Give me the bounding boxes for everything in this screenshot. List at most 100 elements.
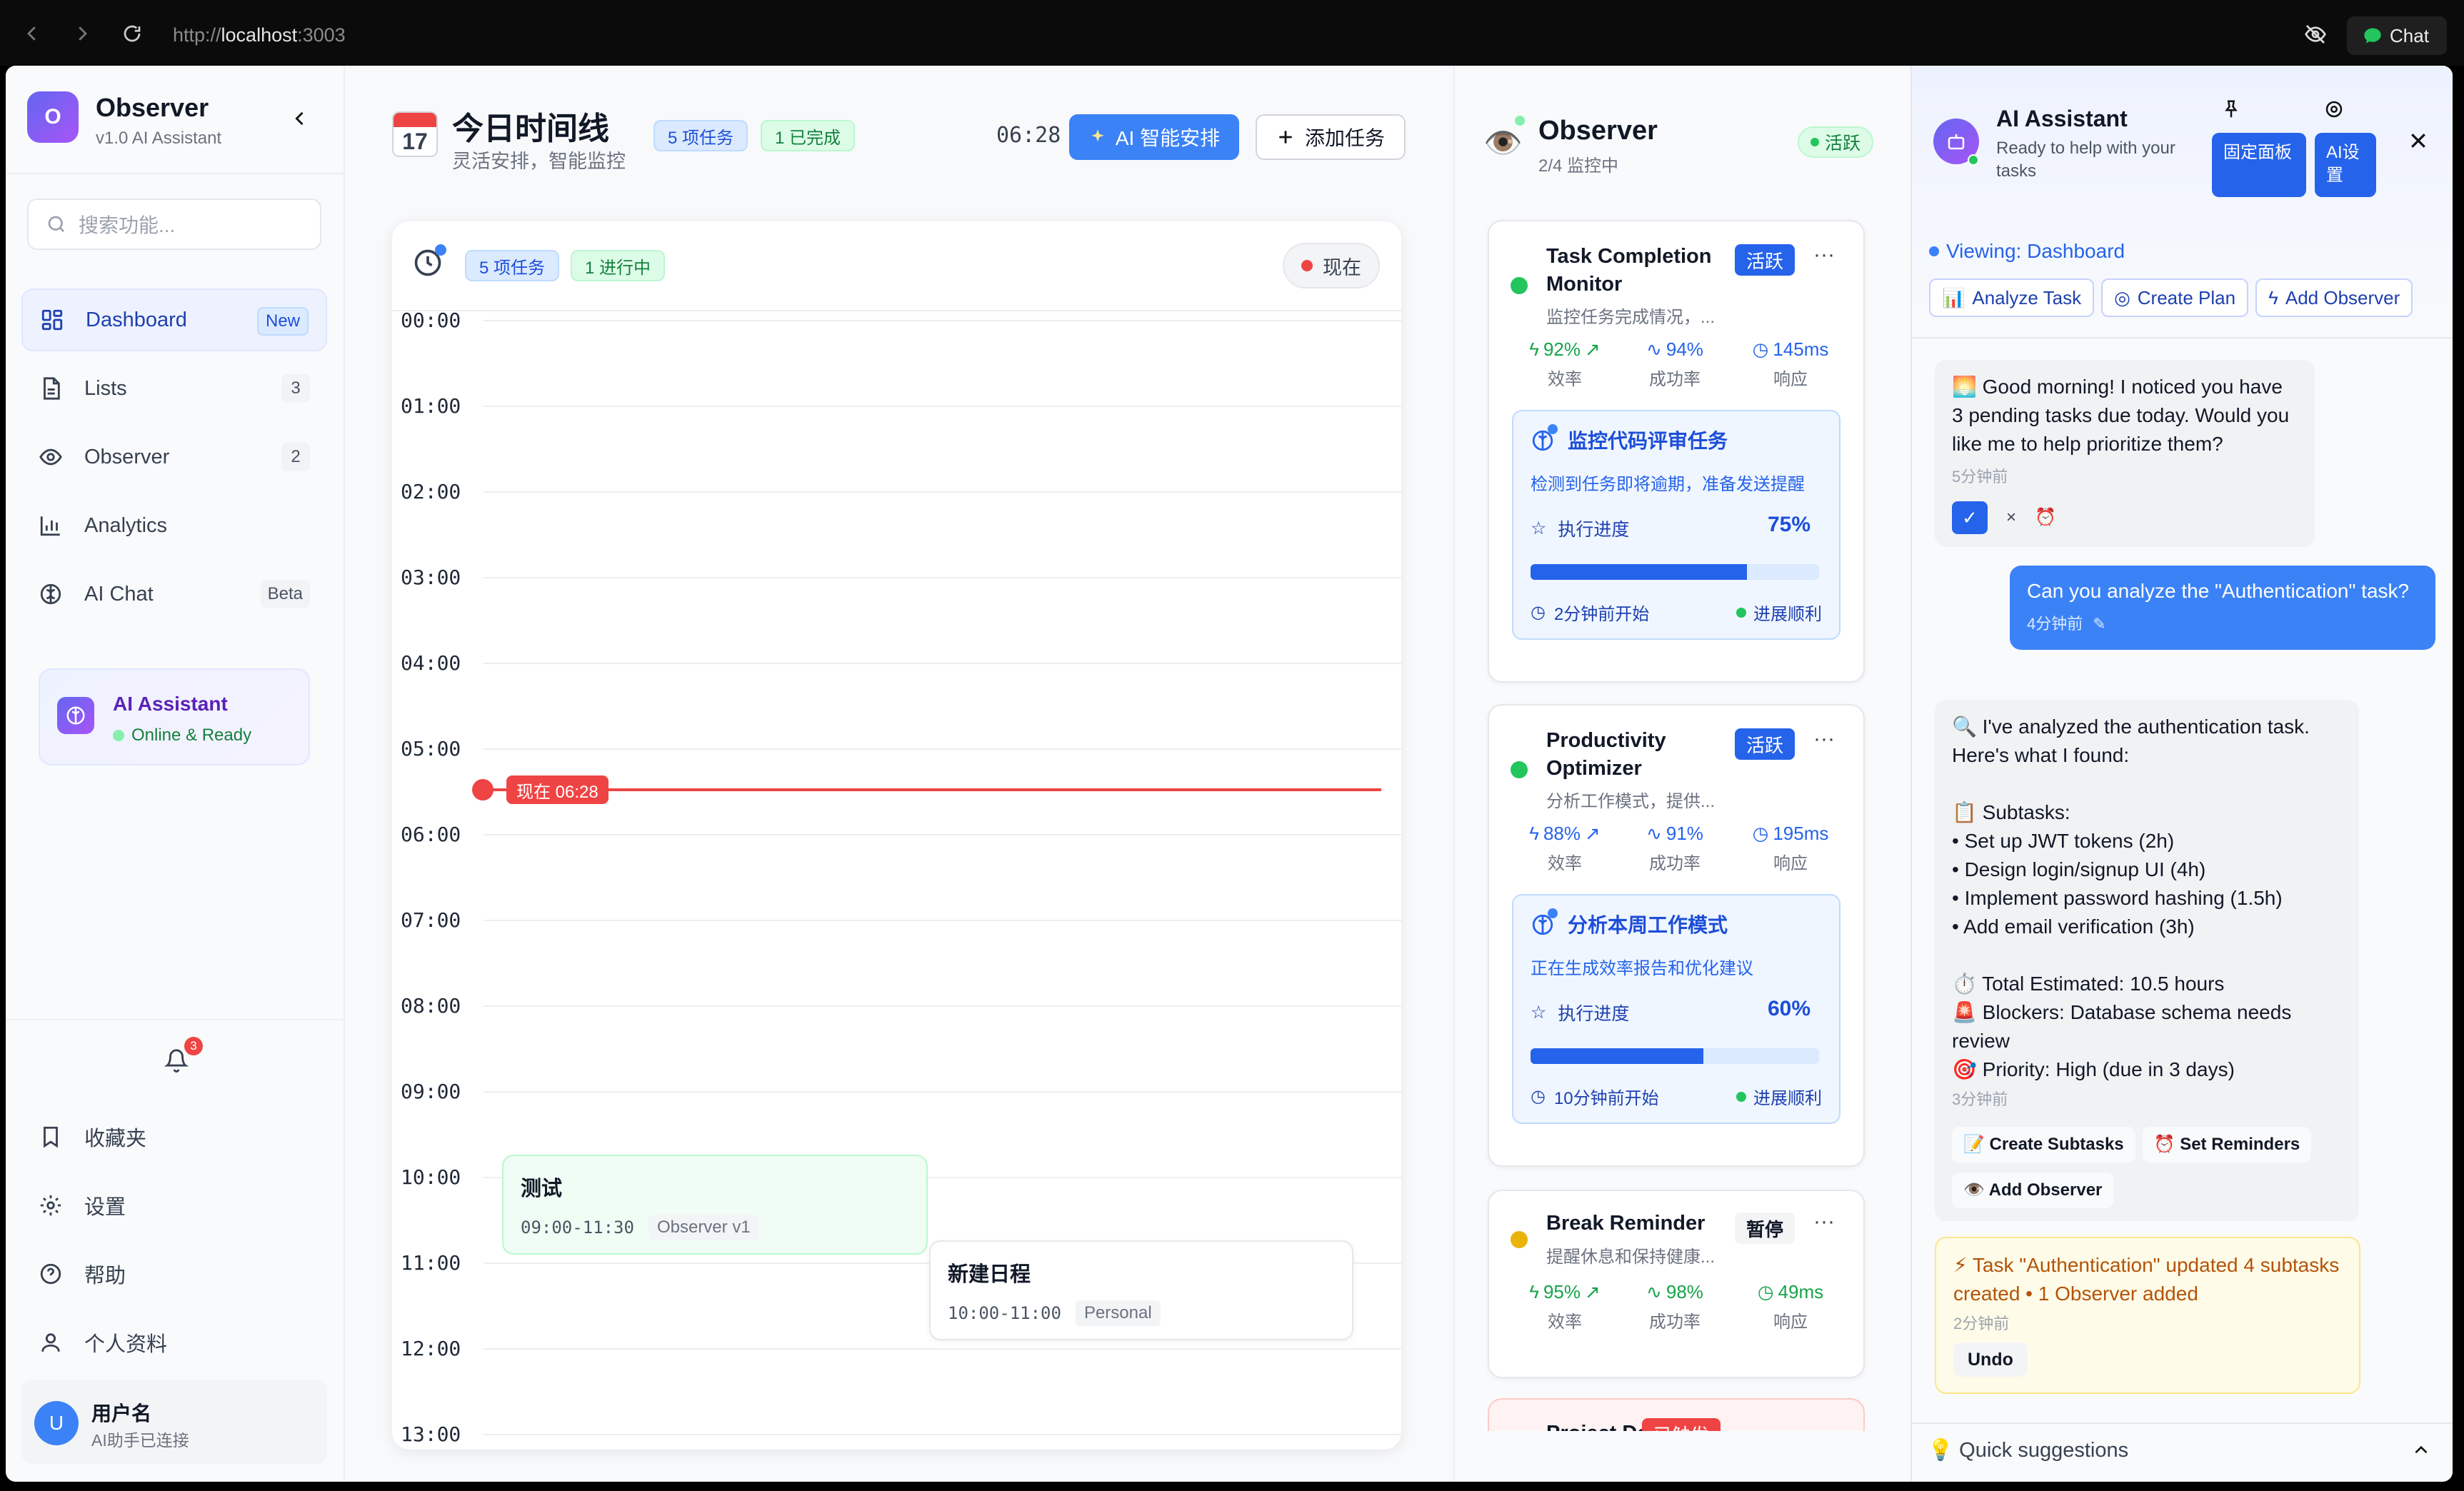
in-progress-chip: 1 进行中	[571, 250, 666, 281]
pin-icon[interactable]	[2220, 99, 2242, 120]
address-bar[interactable]: http://localhost:3003	[173, 24, 346, 46]
observer-card[interactable]: Task Completion Monitor 监控任务完成情况，... 活跃 …	[1488, 220, 1865, 683]
progress-label: 执行进度	[1558, 520, 1630, 540]
message-text: 🌅 Good morning! I noticed you have 3 pen…	[1952, 376, 2290, 455]
search-placeholder: 搜索功能...	[79, 214, 176, 236]
timeline-chips: 5 项任务 1 进行中	[465, 250, 666, 281]
list-document-icon	[39, 376, 63, 401]
completed-chip: 1 已完成	[761, 120, 856, 151]
hour-gridline	[484, 491, 1401, 493]
add-observer-button[interactable]: 👁️ Add Observer	[1952, 1173, 2114, 1208]
set-reminders-button[interactable]: ⏰ Set Reminders	[2142, 1127, 2312, 1163]
progress-value: 75%	[1767, 513, 1811, 536]
sidebar-item-observer[interactable]: Observer 2	[21, 426, 327, 488]
observer-card[interactable]: Break Reminder 提醒休息和保持健康... 暂停 ··· ϟ 95% ↗…	[1488, 1190, 1865, 1378]
undo-button[interactable]: Undo	[1953, 1342, 2028, 1377]
search-input[interactable]: 搜索功能...	[27, 199, 321, 250]
sidebar-item-settings[interactable]: 设置	[21, 1174, 327, 1237]
observer-panel: 👁️ Observer 2/4 监控中 活跃 Task Completion M…	[1453, 66, 1910, 1482]
analyze-task-button[interactable]: 📊 Analyze Task	[1929, 278, 2095, 317]
sparkles-icon	[1088, 128, 1107, 146]
hour-label: 02:00	[401, 480, 461, 503]
viewing-context: Viewing: Dashboard	[1929, 240, 2125, 263]
bar-chart-icon	[39, 513, 63, 538]
sidebar-item-analytics[interactable]: Analytics	[21, 494, 327, 557]
now-time-label: 现在 06:28	[506, 775, 609, 804]
dashboard-icon	[40, 308, 64, 332]
efficiency-label: 效率	[1548, 370, 1582, 389]
hour-label: 01:00	[401, 394, 461, 418]
close-icon[interactable]	[2408, 130, 2429, 151]
hour-gridline	[484, 1005, 1401, 1007]
ai-schedule-button[interactable]: AI 智能安排	[1069, 114, 1239, 160]
sidebar-item-ai-chat[interactable]: AI Chat Beta	[21, 563, 327, 626]
message-time: 4分钟前	[2027, 615, 2083, 633]
observer-subtitle: 2/4 监控中	[1538, 156, 1619, 176]
observer-task[interactable]: 分析本周工作模式 正在生成效率报告和优化建议 ☆ 执行进度 60% ◷ 10分钟前开…	[1512, 894, 1841, 1124]
task-state: 进展顺利	[1753, 1089, 1822, 1108]
efficiency-label: 效率	[1548, 1312, 1582, 1332]
message-line	[1952, 770, 2342, 798]
edit-icon[interactable]: ✎	[2093, 610, 2105, 638]
message-line: ⏱️ Total Estimated: 10.5 hours	[1952, 973, 2225, 995]
gear-icon[interactable]	[2323, 99, 2345, 120]
user-icon	[39, 1330, 63, 1355]
hour-label: 10:00	[401, 1165, 461, 1189]
status-dot	[1511, 761, 1528, 778]
notification-bell-icon[interactable]: 3	[164, 1037, 203, 1073]
message-time: 5分钟前	[1952, 468, 2008, 486]
progress-value: 60%	[1767, 997, 1811, 1020]
timeline-event[interactable]: 测试 09:00-11:30 Observer v1	[502, 1155, 928, 1255]
quick-suggestions-toggle[interactable]: 💡 Quick suggestions	[1928, 1438, 2128, 1462]
accept-icon[interactable]: ✓	[1952, 501, 1988, 534]
status-badge: 活跃	[1798, 126, 1874, 158]
forward-icon[interactable]	[71, 23, 93, 44]
sidebar-item-dashboard[interactable]: Dashboard New	[21, 288, 327, 351]
message-actions: 📝 Create Subtasks ⏰ Set Reminders 👁️ Add…	[1952, 1127, 2323, 1208]
alarm-clock-icon[interactable]: ⏰	[2035, 503, 2056, 532]
ai-settings-button[interactable]: AI设置	[2315, 133, 2376, 197]
sidebar-item-profile[interactable]: 个人资料	[21, 1311, 327, 1374]
hour-label: 04:00	[401, 651, 461, 675]
create-plan-button[interactable]: ◎ Create Plan	[2101, 278, 2249, 317]
clock-icon: ◷	[1531, 603, 1546, 622]
reload-icon[interactable]	[121, 23, 143, 44]
more-icon[interactable]: ···	[1813, 727, 1835, 751]
jump-to-now-button[interactable]: 现在	[1283, 243, 1380, 288]
user-profile-box[interactable]: U 用户名 AI助手已连接	[21, 1380, 327, 1464]
response-label: 响应	[1773, 370, 1808, 389]
ai-assistant-card[interactable]: AI Assistant Online & Ready	[39, 668, 310, 765]
sidebar-item-help[interactable]: 帮助	[21, 1242, 327, 1305]
eye-off-icon[interactable]	[2304, 23, 2327, 46]
observer-task[interactable]: 监控代码评审任务 检测到任务即将逾期，准备发送提醒 ☆ 执行进度 75% ◷ 2分钟…	[1512, 410, 1841, 640]
sidebar-item-favorites[interactable]: 收藏夹	[21, 1105, 327, 1168]
help-circle-icon	[39, 1262, 63, 1286]
add-observer-button[interactable]: ϟ Add Observer	[2255, 278, 2413, 317]
hour-label: 03:00	[401, 566, 461, 589]
task-state: 进展顺利	[1753, 605, 1822, 624]
more-icon[interactable]: ···	[1813, 243, 1835, 267]
observer-card[interactable]: Productivity Optimizer 分析工作模式，提供... 活跃 ·…	[1488, 704, 1865, 1167]
beta-badge: Beta	[260, 580, 310, 608]
status-dot	[1515, 116, 1525, 126]
observer-name: Break Reminder	[1546, 1212, 1706, 1235]
hour-label: 06:00	[401, 823, 461, 846]
more-icon[interactable]: ···	[1813, 1210, 1835, 1234]
sidebar-item-label: AI Chat	[84, 582, 154, 606]
add-task-button[interactable]: 添加任务	[1256, 114, 1406, 160]
observer-name: Task Completion Monitor	[1546, 245, 1712, 296]
collapse-sidebar-icon[interactable]	[290, 109, 310, 129]
bar-chart-icon: 📊	[1942, 286, 1965, 308]
back-icon[interactable]	[21, 23, 43, 44]
dismiss-icon[interactable]: ×	[2006, 503, 2016, 532]
chevron-up-icon[interactable]	[2412, 1441, 2430, 1460]
observer-card[interactable]: Project Deadline 已触发	[1488, 1398, 1865, 1431]
task-started: 2分钟前开始	[1553, 605, 1650, 624]
task-started-row: ◷ 2分钟前开始	[1531, 600, 1649, 625]
timeline-event[interactable]: 新建日程 10:00-11:00 Personal	[929, 1240, 1353, 1340]
chat-button[interactable]: Chat	[2347, 16, 2447, 55]
sidebar-item-lists[interactable]: Lists 3	[21, 357, 327, 420]
create-subtasks-button[interactable]: 📝 Create Subtasks	[1952, 1127, 2135, 1163]
pin-panel-button[interactable]: 固定面板	[2212, 133, 2306, 197]
update-time: 2分钟前	[1953, 1315, 2010, 1332]
